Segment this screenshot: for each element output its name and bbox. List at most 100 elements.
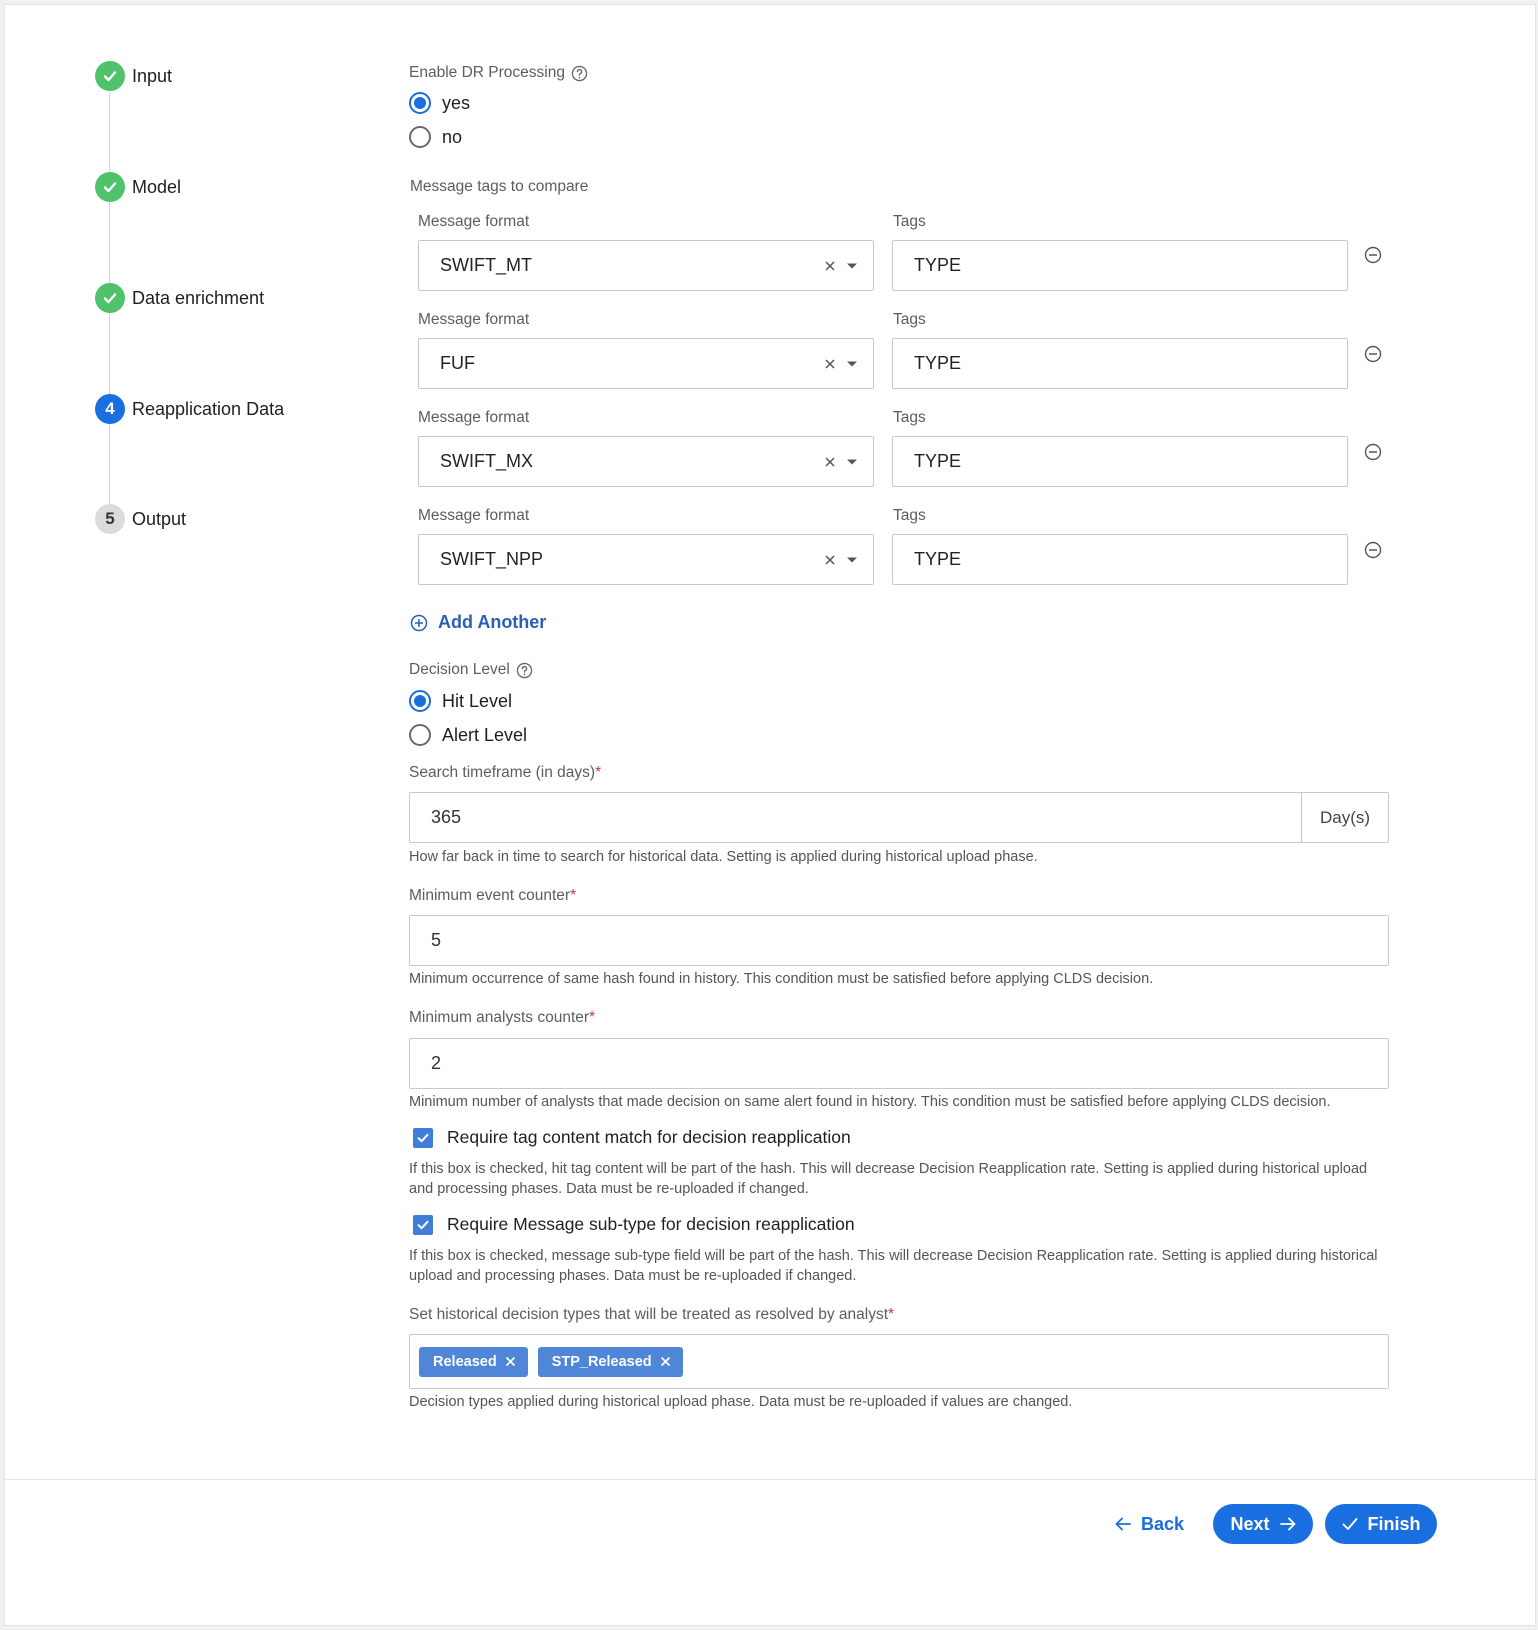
remove-row-icon[interactable] [1362,244,1384,266]
tags-input[interactable]: TYPE [892,534,1348,585]
check-icon [95,283,125,313]
next-button[interactable]: Next [1213,1504,1313,1544]
tags-value: TYPE [914,353,962,373]
step-label: Output [132,508,187,529]
add-another-label: Add Another [438,612,547,632]
step-reapplication-data[interactable]: 4 Reapplication Data [95,394,284,424]
remove-row-icon[interactable] [1362,539,1384,561]
dr-processing-label: Enable DR Processing [409,64,588,82]
finish-button[interactable]: Finish [1325,1504,1437,1544]
check-icon [1342,1517,1358,1531]
step-data-enrichment[interactable]: Data enrichment [95,283,264,313]
chevron-down-icon[interactable] [841,458,863,466]
min-analysts-counter-input[interactable]: 2 [409,1038,1389,1089]
decision-level-label-text: Decision Level [409,661,510,678]
message-format-label: Message format [418,213,530,230]
chevron-down-icon[interactable] [841,360,863,368]
remove-row-icon[interactable] [1362,343,1384,365]
checkbox-checked[interactable] [413,1127,433,1148]
radio-hit-level[interactable]: Hit Level [409,690,512,712]
resolved-types-multiselect[interactable]: Released STP_Released [409,1334,1389,1389]
radio-label: Alert Level [442,724,528,745]
radio-label: no [442,126,463,147]
helper-line: upload and processing phases. Data must … [409,1268,857,1284]
min-analysts-counter-helper: Minimum number of analysts that made dec… [409,1094,1331,1110]
min-event-counter-input[interactable]: 5 [409,915,1389,966]
question-circle-icon[interactable] [571,65,588,82]
plus-circle-icon [410,614,428,632]
tags-input[interactable]: TYPE [892,240,1348,291]
add-another-button[interactable]: Add Another [410,612,546,633]
radio-button[interactable] [409,126,431,148]
remove-row-icon[interactable] [1362,441,1384,463]
radio-alert-level[interactable]: Alert Level [409,724,527,746]
resolved-types-label: Set historical decision types that will … [409,1306,894,1324]
step-label: Model [132,176,182,197]
tags-label: Tags [893,213,926,230]
radio-label: yes [442,92,471,113]
step-model[interactable]: Model [95,172,181,202]
step-number: 4 [95,394,125,424]
message-format-select[interactable]: SWIFT_MT [418,240,874,291]
radio-dr-yes[interactable]: yes [409,92,470,114]
step-connector [109,92,110,172]
footer-divider [5,1479,1535,1480]
require-subtype-checkbox[interactable]: Require Message sub-type for decision re… [413,1214,855,1235]
message-format-select[interactable]: FUF [418,338,874,389]
checkbox-label: Require Message sub-type for decision re… [447,1214,855,1234]
radio-button[interactable] [409,92,431,114]
radio-label: Hit Level [442,690,513,711]
back-button[interactable]: Back [1115,1505,1184,1543]
step-output[interactable]: 5 Output [95,504,186,534]
dr-processing-label-text: Enable DR Processing [409,64,565,81]
clear-icon[interactable] [819,260,841,272]
tags-value: TYPE [914,549,962,569]
message-format-label: Message format [418,409,530,426]
min-event-counter-helper: Minimum occurrence of same hash found in… [409,971,1154,987]
finish-label: Finish [1367,1513,1421,1534]
radio-dr-no[interactable]: no [409,126,462,148]
message-format-select[interactable]: SWIFT_MX [418,436,874,487]
min-analysts-counter-label: Minimum analysts counter * [409,1009,595,1027]
chevron-down-icon[interactable] [841,556,863,564]
next-label: Next [1230,1513,1270,1534]
min-event-counter-value: 5 [431,930,442,950]
radio-button[interactable] [409,724,431,746]
close-icon[interactable] [505,1356,516,1367]
tags-label: Tags [893,409,926,426]
step-connector [109,202,110,283]
close-icon[interactable] [660,1356,671,1367]
chip-stp-released[interactable]: STP_Released [537,1346,683,1377]
step-connector [109,313,110,394]
search-timeframe-label: Search timeframe (in days) * [409,764,601,782]
required-mark: * [589,1009,596,1026]
question-circle-icon[interactable] [516,662,533,679]
chip-released[interactable]: Released [419,1346,528,1377]
checkbox-label: Require tag content match for decision r… [447,1127,851,1147]
resolved-types-helper: Decision types applied during historical… [409,1394,1073,1410]
tags-input[interactable]: TYPE [892,436,1348,487]
require-subtype-helper: If this box is checked, message sub-type… [409,1246,1378,1286]
radio-button[interactable] [409,690,431,712]
chevron-down-icon[interactable] [841,262,863,270]
message-format-label: Message format [418,507,530,524]
step-input[interactable]: Input [95,61,172,91]
clear-icon[interactable] [819,456,841,468]
tags-value: TYPE [914,451,962,471]
select-value: SWIFT_NPP [440,549,544,569]
require-tag-content-helper: If this box is checked, hit tag content … [409,1159,1367,1199]
clear-icon[interactable] [819,358,841,370]
tags-value: TYPE [914,255,962,275]
clear-icon[interactable] [819,554,841,566]
message-format-select[interactable]: SWIFT_NPP [418,534,874,585]
tags-label: Tags [893,507,926,524]
require-tag-content-checkbox[interactable]: Require tag content match for decision r… [413,1127,851,1148]
checkbox-checked[interactable] [413,1214,433,1235]
tags-input[interactable]: TYPE [892,338,1348,389]
helper-line: If this box is checked, hit tag content … [409,1161,1368,1177]
min-event-counter-label: Minimum event counter * [409,887,576,905]
search-timeframe-input[interactable]: 365 Day(s) [409,792,1389,843]
select-value: FUF [440,353,475,373]
wizard-card: Input Model Data enrichment 4 Reapplicat… [4,4,1536,1626]
required-mark: * [595,764,602,781]
